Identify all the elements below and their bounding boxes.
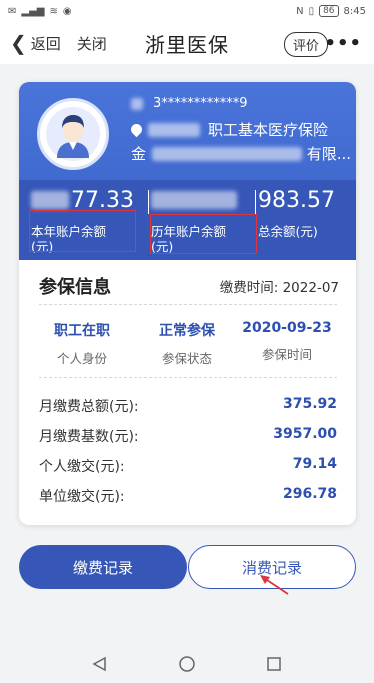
id-number: 3************9 [131, 96, 248, 111]
payment-records-button[interactable]: 缴费记录 [19, 545, 187, 589]
system-home-icon[interactable] [178, 655, 196, 673]
pay-time: 缴费时间: 2022-07 [220, 276, 339, 296]
close-button[interactable]: 关闭 [77, 33, 107, 54]
divider [39, 304, 337, 305]
masked-balance [31, 191, 69, 209]
fee-value: 375.92 [282, 396, 337, 412]
status-insured: 正常参保 参保状态 [132, 320, 242, 367]
system-nav-bar [0, 645, 374, 683]
wifi-icon: ≋ [49, 5, 58, 17]
avatar [37, 98, 109, 170]
pay-time-value: 2022-07 [282, 280, 339, 296]
fee-value: 79.14 [292, 456, 337, 472]
org-prefix: 金 [131, 145, 147, 163]
balance-divider [255, 190, 256, 214]
insured-info-header: 参保信息 缴费时间: 2022-07 [39, 270, 339, 302]
back-button[interactable]: 返回 [31, 33, 61, 54]
insured-status-value: 正常参保 [159, 323, 215, 339]
section-title: 参保信息 [39, 277, 111, 298]
masked-region [148, 122, 200, 137]
masked-organization [152, 146, 303, 161]
clock: 8:45 [343, 5, 366, 17]
total-label: 总余额(元) [258, 224, 318, 239]
id-number-text: 3************9 [153, 96, 248, 111]
vibrate-icon: ▯ [308, 5, 315, 17]
status-bar-right: N ▯ 86 8:45 [296, 5, 366, 17]
battery-indicator: 86 [319, 5, 339, 17]
masked-name [131, 97, 143, 110]
page-title: 浙里医保 [145, 32, 229, 57]
pay-time-label: 缴费时间: [219, 280, 279, 296]
system-recents-icon[interactable] [266, 656, 282, 672]
fee-label: 月缴费总额(元): [39, 399, 139, 415]
insurance-type: 职工基本医疗保险 [208, 121, 329, 139]
insurance-type-line: 职工基本医疗保险 [128, 119, 329, 140]
org-suffix: 有限... [306, 145, 351, 163]
fee-label: 月缴费基数(元): [39, 429, 139, 445]
annotation-box-history [150, 214, 257, 254]
identity-label: 个人身份 [56, 351, 107, 366]
insured-status-label: 参保状态 [161, 351, 212, 366]
nav-bar: ❮ 返回 关闭 浙里医保 评价 ••• [0, 22, 374, 64]
fee-row: 个人缴交(元): 79.14 [39, 456, 337, 476]
fee-value: 3957.00 [273, 426, 337, 442]
more-icon[interactable]: ••• [324, 33, 362, 54]
eye-icon: ◉ [62, 5, 72, 17]
organization-line: 金 有限... [131, 143, 351, 164]
status-bar-left: ✉ ▂▄▆ ≋ ◉ [8, 6, 72, 17]
annotation-box-current-year [29, 210, 136, 252]
fee-label: 个人缴交(元): [39, 459, 125, 475]
balance-band: 77.33 本年账户余额(元) 历年账户余额(元) 983.57 总余额(元) [19, 180, 356, 260]
history-value [151, 186, 247, 214]
annotation-arrow-icon [260, 575, 289, 595]
identity-value: 职工在职 [54, 323, 110, 339]
signal-icon: ▂▄▆ [21, 5, 45, 17]
enroll-date-label: 参保时间 [261, 347, 312, 362]
card-header: 3************9 职工基本医疗保险 金 有限... 77.33 本年… [19, 82, 356, 260]
enroll-date-value: 2020-09-23 [242, 320, 332, 336]
rate-button[interactable]: 评价 [283, 32, 328, 57]
fee-label: 单位缴交(元): [39, 489, 125, 505]
status-bar: ✉ ▂▄▆ ≋ ◉ N ▯ 86 8:45 [0, 0, 374, 22]
nfc-icon: N [296, 5, 304, 17]
location-pin-icon [128, 121, 145, 138]
system-back-icon[interactable] [92, 656, 108, 672]
user-avatar-icon [46, 107, 100, 161]
fee-value: 296.78 [282, 486, 337, 502]
balance-divider [148, 190, 149, 214]
fee-row: 月缴费基数(元): 3957.00 [39, 426, 337, 446]
current-year-value-text: 77.33 [71, 187, 134, 213]
total-balance: 983.57 总余额(元) [258, 186, 335, 240]
back-chevron-icon[interactable]: ❮ [10, 33, 27, 53]
total-value: 983.57 [258, 187, 335, 213]
divider [39, 377, 337, 378]
message-icon: ✉ [8, 5, 17, 17]
status-enroll-date: 2020-09-23 参保时间 [232, 320, 342, 363]
fee-row: 单位缴交(元): 296.78 [39, 486, 337, 506]
status-identity: 职工在职 个人身份 [27, 320, 137, 367]
fee-row: 月缴费总额(元): 375.92 [39, 396, 337, 416]
masked-history-balance [151, 191, 237, 209]
insurance-card: 3************9 职工基本医疗保险 金 有限... 77.33 本年… [19, 82, 356, 525]
